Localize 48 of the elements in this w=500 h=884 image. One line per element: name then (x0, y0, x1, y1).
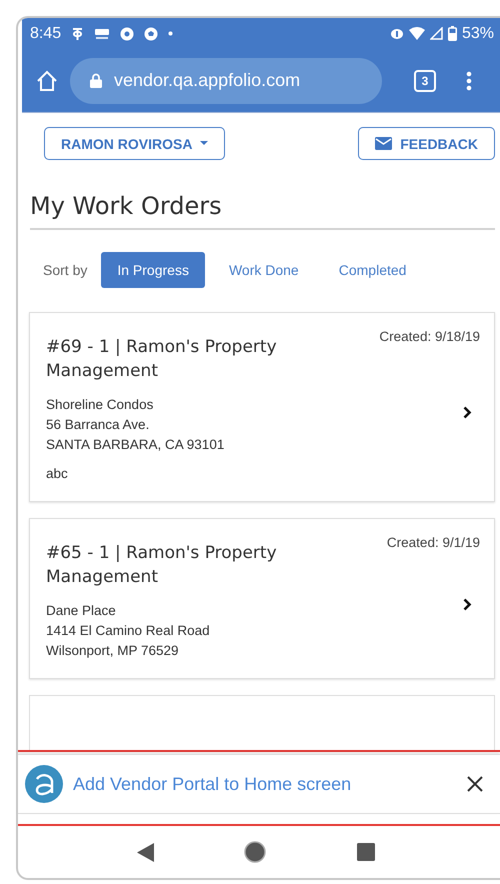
address-line: Wilsonport, MP 76529 (46, 643, 180, 658)
chevron-right-icon (463, 406, 472, 419)
address-bar[interactable]: vendor.qa.appfolio.com (70, 58, 382, 104)
work-order-title: #69 - 1 | Ramon's Property Management (46, 336, 278, 383)
sort-tab[interactable]: In Progress (101, 252, 205, 288)
created-date: Created: 9/18/19 (379, 329, 480, 344)
status-time: 8:45 (30, 24, 62, 42)
menu-icon[interactable] (466, 70, 472, 90)
battery-icon (448, 26, 457, 41)
install-banner[interactable]: Add Vendor Portal to Home screen (18, 754, 500, 814)
address-line: Dane Place (46, 603, 117, 618)
page-title: My Work Orders (30, 192, 495, 230)
signal-icon (430, 27, 443, 40)
home-icon[interactable] (36, 70, 58, 92)
feedback-button[interactable]: FEEDBACK (358, 127, 495, 160)
address-line: 56 Barranca Ave. (46, 417, 150, 432)
home-button-icon[interactable] (244, 841, 266, 863)
browser-icon (120, 26, 134, 40)
work-order-card[interactable]: #69 - 1 | Ramon's Property Management Shoreline Condos 56 Barranca Ave. SANTA BARBARA, CA 93101 abc Created: 9/18/19 (29, 312, 495, 502)
close-icon[interactable] (466, 775, 484, 793)
sort-tab[interactable]: Completed (322, 252, 422, 288)
chevron-right-icon (463, 598, 472, 610)
sort-label: Sort by (43, 262, 88, 278)
tab-count-button[interactable]: 3 (414, 70, 436, 92)
wifi-icon (408, 27, 425, 40)
address-line: Shoreline Condos (46, 397, 154, 412)
back-icon[interactable] (137, 842, 154, 862)
tv-app-icon (94, 26, 110, 40)
url-text: vendor.qa.appfolio.com (114, 70, 300, 91)
created-date: Created: 9/1/19 (386, 535, 480, 550)
vibrate-icon (390, 28, 404, 40)
user-menu-button[interactable]: RAMON ROVIROSA (44, 127, 226, 160)
address-line: 1414 El Camino Real Road (46, 623, 211, 638)
lock-icon (90, 73, 102, 88)
work-order-title: #65 - 1 | Ramon's Property Management (46, 542, 278, 589)
battery-level: 53% (462, 24, 494, 42)
sort-tab[interactable]: Work Done (212, 252, 315, 288)
work-order-note: abc (46, 466, 69, 481)
app-logo-icon (25, 765, 63, 803)
work-order-card[interactable]: #65 - 1 | Ramon's Property Management Dane Place 1414 El Camino Real Road Wilsonport, MP 76529 Created: 9/1/19 (29, 518, 495, 679)
ball-icon (144, 26, 158, 40)
dot-icon (168, 31, 174, 36)
envelope-icon (375, 137, 392, 150)
recents-icon[interactable] (356, 843, 375, 861)
newspaper-icon (71, 26, 84, 40)
address-line: SANTA BARBARA, CA 93101 (46, 437, 226, 452)
caret-icon (200, 141, 208, 146)
install-banner-text: Add Vendor Portal to Home screen (73, 774, 352, 794)
